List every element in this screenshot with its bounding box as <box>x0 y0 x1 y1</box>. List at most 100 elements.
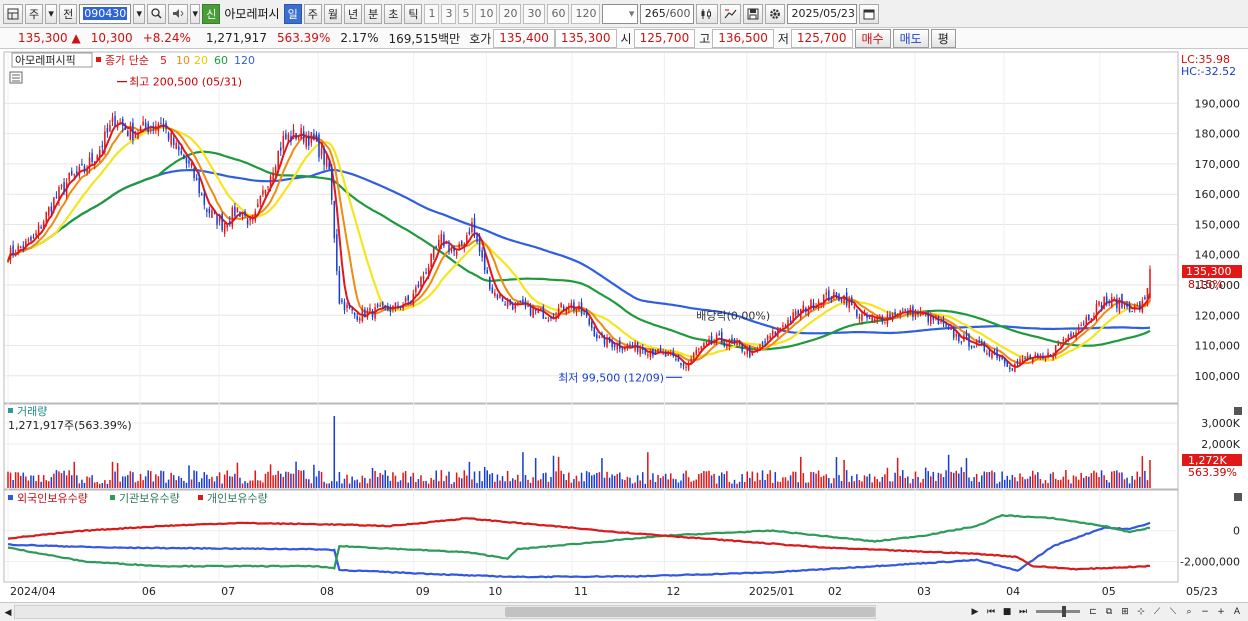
scroll-thumb[interactable] <box>505 607 875 617</box>
candle-body <box>636 342 639 352</box>
speaker-dropdown-icon[interactable]: ▾ <box>190 3 201 24</box>
number-1[interactable]: 1 <box>424 3 440 24</box>
volume-bar <box>534 458 537 488</box>
sell-button[interactable]: 매도 <box>892 28 929 48</box>
candle-body <box>695 349 698 355</box>
candle-body <box>654 352 657 355</box>
eval-button[interactable]: 평 <box>930 28 956 48</box>
dropdown-chevron-icon[interactable]: ▾ <box>45 3 58 24</box>
candle-body <box>412 293 415 305</box>
interval-tick[interactable]: 틱 <box>404 3 423 24</box>
volume-bar <box>99 483 101 488</box>
interval-minute[interactable]: 분 <box>364 3 383 24</box>
number-120[interactable]: 120 <box>571 3 601 24</box>
stock-code-input[interactable]: 090430 <box>79 3 132 24</box>
candle-body <box>14 253 17 256</box>
grid-icon[interactable]: ⊞ <box>1118 604 1132 619</box>
interval-second[interactable]: 초 <box>384 3 403 24</box>
scroll-left-icon[interactable]: ◀ <box>1 605 15 620</box>
holdings-panel-close-icon[interactable] <box>1234 493 1242 501</box>
copy-icon[interactable]: ⧉ <box>1102 604 1116 619</box>
candle-body <box>455 251 458 256</box>
candle-body <box>300 128 302 139</box>
zoom-out-icon[interactable]: − <box>1198 604 1212 619</box>
scroll-controls: ▶ ⏮ ■ ⏭ ⊏ ⧉ ⊞ ⊹ ⟋ ⟍ ⌕ − + A <box>968 604 1244 619</box>
text-tool-icon[interactable]: A <box>1230 604 1244 619</box>
volume-bar <box>78 483 81 488</box>
candle-icon[interactable] <box>696 3 719 24</box>
volume-bar <box>764 480 766 488</box>
candle-body <box>608 336 611 343</box>
interval-year[interactable]: 년 <box>343 3 363 24</box>
code-dropdown-icon[interactable]: ▾ <box>133 3 146 24</box>
candle-body <box>12 245 14 255</box>
price-change-pct: +8.24% <box>142 31 191 45</box>
candle-body <box>407 295 409 301</box>
drawing-icon[interactable] <box>720 3 742 24</box>
interval-month[interactable]: 월 <box>323 3 342 24</box>
chart-scrollbar[interactable]: ◀ ▶ ⏮ ■ ⏭ ⊏ ⧉ ⊞ ⊹ ⟋ ⟍ ⌕ − + A <box>0 602 1248 621</box>
candle-body <box>573 302 575 311</box>
rewind-icon[interactable]: ⏮ <box>984 604 998 619</box>
stop-icon[interactable]: ■ <box>1000 604 1014 619</box>
candle-body <box>1110 297 1113 306</box>
period-select[interactable]: 주 <box>25 3 44 24</box>
candle-body <box>552 316 555 318</box>
candle-body <box>759 344 761 348</box>
number-10[interactable]: 10 <box>475 3 498 24</box>
individual-legend-swatch <box>198 495 203 500</box>
scroll-right-icon[interactable]: ▶ <box>968 604 982 619</box>
date-input[interactable]: 2025/05/23 <box>787 3 858 24</box>
fast-forward-icon[interactable]: ⏭ <box>1016 604 1030 619</box>
zoom-in-icon[interactable]: + <box>1214 604 1228 619</box>
interval-label: 주 <box>307 7 318 21</box>
interval-week[interactable]: 주 <box>303 3 322 24</box>
volume-bar <box>58 471 60 488</box>
number-30[interactable]: 30 <box>523 3 546 24</box>
search-icon[interactable] <box>147 3 167 24</box>
prev-button[interactable]: 전 <box>59 3 78 24</box>
number-60[interactable]: 60 <box>547 3 570 24</box>
candle-body <box>868 318 871 320</box>
candle-body <box>858 317 861 319</box>
scroll-track[interactable] <box>14 605 876 619</box>
candle-body <box>134 133 137 139</box>
volume-bar <box>713 473 715 488</box>
candle-body <box>155 125 157 129</box>
buy-button[interactable]: 매수 <box>854 28 891 48</box>
chart-layout-icon[interactable] <box>3 3 23 24</box>
price-tick-label: 150,000 <box>1195 218 1241 231</box>
number-5[interactable]: 5 <box>458 3 474 24</box>
candle-body <box>30 236 32 241</box>
magnifier-icon[interactable]: ⌕ <box>1182 604 1196 619</box>
count-input[interactable]: 265/600 <box>640 3 695 24</box>
calendar-icon[interactable] <box>859 3 880 24</box>
interval-day[interactable]: 일 <box>283 3 302 24</box>
institution-legend-swatch <box>110 495 115 500</box>
candle-body <box>246 219 249 225</box>
volume-panel-close-icon[interactable] <box>1234 407 1242 415</box>
candle-body <box>853 306 856 308</box>
volume-bar <box>690 481 692 488</box>
candle-body <box>718 333 720 336</box>
volume-bar <box>705 471 708 488</box>
custom-number-input[interactable]: ▾ <box>602 3 639 24</box>
number-3[interactable]: 3 <box>441 3 457 24</box>
volume-bar <box>1100 470 1103 488</box>
line-tool-icon[interactable]: ⟋ <box>1150 604 1164 619</box>
number-20[interactable]: 20 <box>499 3 522 24</box>
speaker-icon[interactable] <box>168 3 189 24</box>
trend-tool-icon[interactable]: ⟍ <box>1166 604 1180 619</box>
candle-body <box>137 133 139 139</box>
volume-bar <box>611 474 613 488</box>
candle-body <box>792 312 794 322</box>
save-icon[interactable] <box>743 3 764 24</box>
candle-body <box>438 239 440 247</box>
volume-bar <box>514 479 517 488</box>
gear-icon[interactable] <box>765 3 786 24</box>
volume-bar <box>1098 477 1100 488</box>
layout-icon[interactable]: ⊏ <box>1086 604 1100 619</box>
crosshair-icon[interactable]: ⊹ <box>1134 604 1148 619</box>
zoom-slider-knob[interactable] <box>1062 606 1066 617</box>
zoom-slider[interactable] <box>1036 606 1080 617</box>
